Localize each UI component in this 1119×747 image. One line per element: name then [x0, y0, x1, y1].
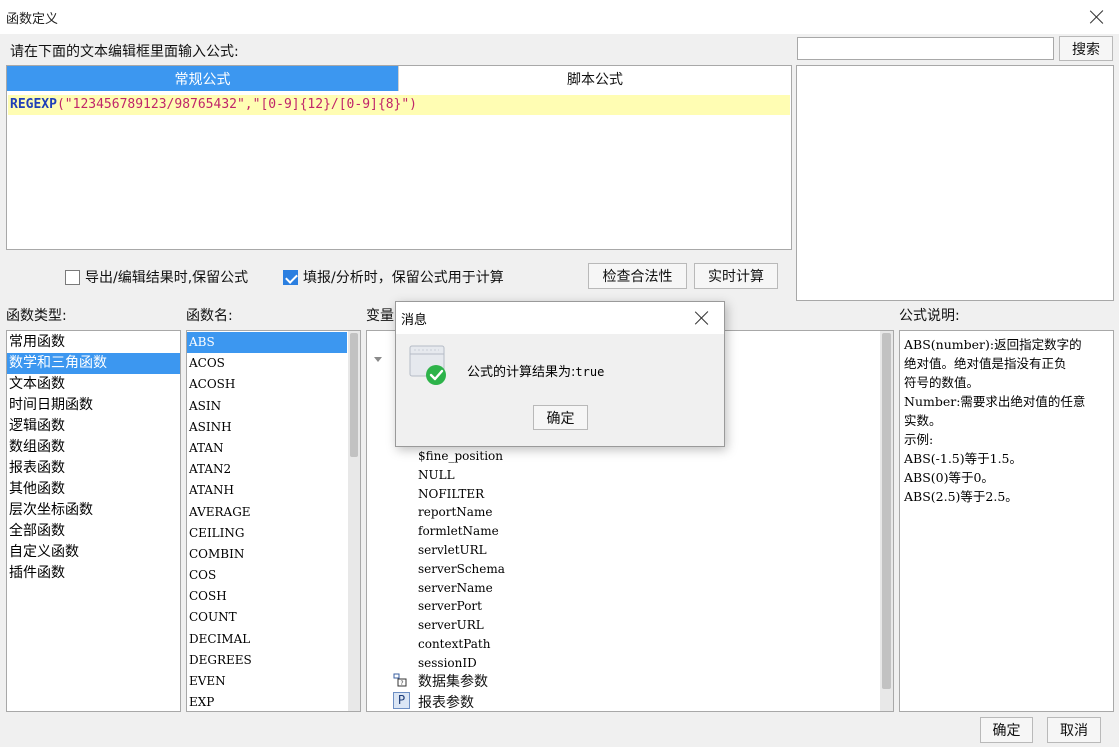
- function-name-item[interactable]: AVERAGE: [187, 502, 347, 523]
- function-name-item[interactable]: ACOS: [187, 353, 347, 374]
- function-name-item[interactable]: ATAN2: [187, 459, 347, 480]
- description-line: 绝对值。绝对值是指没有正负: [904, 356, 1067, 371]
- search-input[interactable]: [797, 37, 1054, 60]
- calculation-result-icon: [409, 344, 449, 388]
- function-type-item[interactable]: 层次坐标函数: [7, 500, 180, 521]
- dialog-message: 公式的计算结果为:true: [467, 361, 604, 380]
- formula-line[interactable]: REGEXP("123456789123/98765432","[0-9]{12…: [8, 95, 790, 115]
- formula-editor[interactable]: [6, 65, 792, 250]
- function-type-item[interactable]: 自定义函数: [7, 542, 180, 563]
- scrollbar-thumb[interactable]: [350, 333, 358, 457]
- dataset-params-icon: ?: [393, 673, 407, 687]
- function-name-item[interactable]: ATAN: [187, 438, 347, 459]
- dialog-result-value: true: [575, 365, 605, 379]
- report-params-icon: P: [393, 692, 410, 709]
- description-line: 符号的数值。: [904, 375, 980, 390]
- variable-item[interactable]: serverURL: [418, 616, 505, 635]
- dialog-title: 消息: [401, 313, 428, 328]
- ok-button[interactable]: 确定: [980, 717, 1033, 743]
- function-type-item[interactable]: 数组函数: [7, 437, 180, 458]
- description-line: ABS(0)等于0。: [904, 470, 994, 485]
- function-name-item[interactable]: DECIMAL: [187, 629, 347, 650]
- function-names-header: 函数名:: [186, 308, 233, 324]
- export-keep-formula-label: 导出/编辑结果时,保留公式: [85, 270, 249, 286]
- message-dialog: 消息 公式的计算结果为:true 确定: [395, 301, 725, 447]
- variables-header: 变量: [366, 308, 394, 324]
- title-bar: 函数定义: [0, 0, 1119, 34]
- window-title: 函数定义: [6, 12, 59, 27]
- variable-item[interactable]: $fine_position: [418, 447, 505, 466]
- formula-args: ("123456789123/98765432","[0-9]{12}/[0-9…: [56, 97, 417, 112]
- formula-function: REGEXP: [10, 97, 57, 112]
- function-name-item[interactable]: ASIN: [187, 396, 347, 417]
- function-type-item[interactable]: 其他函数: [7, 479, 180, 500]
- description-line: Number:需要求出绝对值的任意: [904, 394, 1086, 409]
- function-type-item[interactable]: 常用函数: [7, 332, 180, 353]
- function-type-item[interactable]: 全部函数: [7, 521, 180, 542]
- function-name-item[interactable]: DEGREES: [187, 650, 347, 671]
- function-names-list: ABS ACOS ACOSH ASIN ASINH ATAN ATAN2 ATA…: [186, 330, 361, 712]
- dialog-title-bar: 消息: [396, 302, 724, 334]
- svg-text:?: ?: [400, 680, 403, 687]
- cancel-button[interactable]: 取消: [1047, 717, 1101, 743]
- fill-keep-formula-label: 填报/分析时，保留公式用于计算: [303, 270, 504, 286]
- description-line: ABS(-1.5)等于1.5。: [904, 451, 1023, 466]
- dialog-close-icon[interactable]: [694, 310, 710, 326]
- variable-item[interactable]: NULL: [418, 466, 505, 485]
- variable-item[interactable]: serverSchema: [418, 560, 505, 579]
- window-close-icon[interactable]: [1089, 9, 1105, 25]
- function-name-item[interactable]: EVEN: [187, 671, 347, 692]
- search-results-panel: [796, 65, 1114, 301]
- description-line: 示例:: [904, 432, 934, 447]
- search-button[interactable]: 搜索: [1059, 36, 1113, 61]
- function-name-item[interactable]: COUNT: [187, 607, 347, 628]
- function-names-scrollbar[interactable]: [348, 331, 360, 711]
- function-type-item[interactable]: 时间日期函数: [7, 395, 180, 416]
- variable-item[interactable]: serverName: [418, 579, 505, 598]
- description-line: 实数。: [904, 413, 942, 428]
- variable-item[interactable]: sessionID: [418, 654, 505, 673]
- function-name-item[interactable]: ACOSH: [187, 374, 347, 395]
- variables-scrollbar[interactable]: [880, 331, 893, 711]
- description-panel: ABS(number):返回指定数字的 绝对值。绝对值是指没有正负 符号的数值。…: [899, 330, 1114, 712]
- function-type-item[interactable]: 报表函数: [7, 458, 180, 479]
- function-name-item[interactable]: CEILING: [187, 523, 347, 544]
- variable-item[interactable]: serverPort: [418, 597, 505, 616]
- fill-keep-formula-checkbox[interactable]: [283, 270, 298, 285]
- dialog-message-text: 公式的计算结果为:: [467, 365, 576, 380]
- scrollbar-thumb[interactable]: [882, 333, 891, 689]
- dialog-ok-button[interactable]: 确定: [533, 405, 588, 430]
- report-params-group[interactable]: 报表参数: [418, 692, 474, 712]
- tab-regular-formula[interactable]: 常规公式: [7, 66, 398, 91]
- function-type-item[interactable]: 逻辑函数: [7, 416, 180, 437]
- function-type-item[interactable]: 数学和三角函数: [7, 353, 180, 374]
- description-line: ABS(number):返回指定数字的: [904, 337, 1082, 352]
- editor-prompt: 请在下面的文本编辑框里面输入公式:: [10, 44, 239, 60]
- function-type-item[interactable]: 文本函数: [7, 374, 180, 395]
- variable-item[interactable]: reportName: [418, 503, 505, 522]
- tree-expand-icon[interactable]: [374, 357, 382, 362]
- description-line: ABS(2.5)等于2.5。: [904, 489, 1018, 504]
- variable-item[interactable]: formletName: [418, 522, 505, 541]
- export-keep-formula-checkbox[interactable]: [65, 270, 80, 285]
- variable-item[interactable]: NOFILTER: [418, 485, 505, 504]
- function-types-header: 函数类型:: [6, 308, 67, 324]
- variable-item[interactable]: contextPath: [418, 635, 505, 654]
- function-name-item[interactable]: COSH: [187, 586, 347, 607]
- dataset-params-group[interactable]: 数据集参数: [418, 671, 488, 691]
- function-types-list: 常用函数 数学和三角函数 文本函数 时间日期函数 逻辑函数 数组函数 报表函数 …: [6, 330, 181, 712]
- variable-item[interactable]: servletURL: [418, 541, 505, 560]
- function-name-item[interactable]: EXP: [187, 692, 347, 711]
- tab-script-formula[interactable]: 脚本公式: [398, 66, 791, 91]
- realtime-calc-button[interactable]: 实时计算: [694, 263, 778, 289]
- function-name-item[interactable]: ABS: [187, 332, 347, 354]
- function-name-item[interactable]: ASINH: [187, 417, 347, 438]
- description-header: 公式说明:: [899, 308, 960, 324]
- function-name-item[interactable]: COMBIN: [187, 544, 347, 565]
- function-name-item[interactable]: COS: [187, 565, 347, 586]
- function-type-item[interactable]: 插件函数: [7, 563, 180, 584]
- check-validity-button[interactable]: 检查合法性: [588, 263, 687, 289]
- function-name-item[interactable]: ATANH: [187, 480, 347, 501]
